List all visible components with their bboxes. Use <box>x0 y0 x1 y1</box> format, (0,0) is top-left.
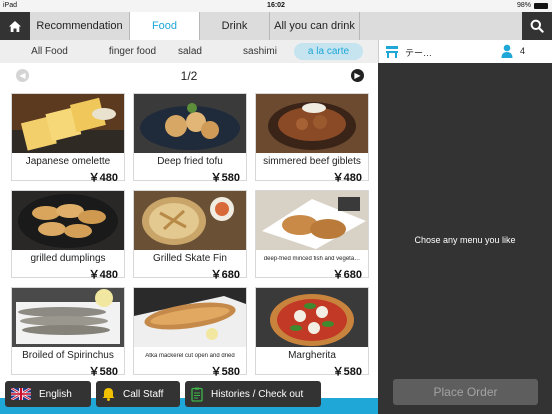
menu-item-card[interactable]: deep-fried minced fish and vegeta… ￥680 <box>255 190 369 281</box>
home-icon <box>9 20 21 32</box>
menu-item-price: ￥580 <box>210 172 240 184</box>
pager: ◀ 1/2 ▶ <box>0 63 378 87</box>
language-button[interactable]: English <box>5 381 91 407</box>
search-button[interactable] <box>522 12 552 40</box>
language-label: English <box>39 388 72 400</box>
clock: 16:02 <box>267 2 285 9</box>
tab-food[interactable]: Food <box>130 12 200 40</box>
home-button[interactable] <box>0 12 30 40</box>
order-pane: Chose any menu you like Place Order <box>378 63 552 414</box>
menu-item-price: ￥680 <box>332 269 362 281</box>
category-tabs: Recommendation Food Drink All you can dr… <box>30 12 360 40</box>
menu-item-card[interactable]: Japanese omelette ￥480 <box>11 93 125 184</box>
menu-item-price: ￥480 <box>332 172 362 184</box>
menu-item-name: deep-fried minced fish and vegeta… <box>263 256 361 262</box>
deep-fried-tofu-photo <box>134 94 246 153</box>
menu-item-card[interactable]: grilled dumplings ￥480 <box>11 190 125 281</box>
table-icon <box>385 45 399 63</box>
margherita-photo <box>256 288 368 347</box>
subtab-sashimi[interactable]: sashimi <box>235 43 285 60</box>
atka-mackerel-photo <box>134 288 246 347</box>
subtab-all-food[interactable]: All Food <box>22 43 77 60</box>
bell-icon <box>102 388 115 401</box>
menu-item-price: ￥580 <box>210 366 240 378</box>
menu-item-name: Atka mackerel cut open and dried <box>145 353 235 359</box>
menu-item-name: Deep fried tofu <box>157 156 223 167</box>
status-right: 98% <box>517 2 548 9</box>
subtab-finger-food[interactable]: finger food <box>90 43 175 60</box>
call-staff-label: Call Staff <box>123 388 164 400</box>
uk-flag-icon <box>11 388 31 400</box>
call-staff-button[interactable]: Call Staff <box>96 381 180 407</box>
broiled-spirinchus-photo <box>12 288 124 347</box>
status-bar: iPad 16:02 98% <box>0 0 552 12</box>
person-icon <box>501 44 513 63</box>
simmered-beef-giblets-photo <box>256 94 368 153</box>
menu-item-card[interactable]: Grilled Skate Fin ￥680 <box>133 190 247 281</box>
place-order-button[interactable]: Place Order <box>393 379 538 405</box>
menu-item-name: Grilled Skate Fin <box>153 253 227 264</box>
next-page-button[interactable]: ▶ <box>351 69 364 82</box>
menu-item-name: Margherita <box>288 350 336 361</box>
tab-drink[interactable]: Drink <box>200 12 270 40</box>
menu-item-card[interactable]: simmered beef giblets ￥480 <box>255 93 369 184</box>
cart-header: テー… 4 <box>378 40 552 63</box>
subtab-a-la-carte[interactable]: a la carte <box>294 43 363 60</box>
menu-item-price: ￥480 <box>88 172 118 184</box>
receipt-icon <box>191 387 203 402</box>
menu-item-price: ￥580 <box>88 366 118 378</box>
menu-grid: Japanese omelette ￥480 Deep fried tofu ￥… <box>0 87 378 379</box>
menu-item-name: Broiled of Spirinchus <box>22 350 114 361</box>
menu-item-price: ￥680 <box>210 269 240 281</box>
menu-item-card[interactable]: Atka mackerel cut open and dried ￥580 <box>133 287 247 378</box>
grilled-skate-fin-photo <box>134 191 246 250</box>
menu-item-name: simmered beef giblets <box>263 156 361 167</box>
menu-item-card[interactable]: Margherita ￥580 <box>255 287 369 378</box>
subcategory-tabs: All Food finger food salad sashimi a la … <box>0 40 378 63</box>
battery-icon <box>534 2 548 9</box>
grilled-dumplings-photo <box>12 191 124 250</box>
menu-item-price: ￥580 <box>332 366 362 378</box>
subtab-salad[interactable]: salad <box>170 43 210 60</box>
tab-all-you-can-drink[interactable]: All you can drink <box>270 12 360 40</box>
menu-item-card[interactable]: Deep fried tofu ￥580 <box>133 93 247 184</box>
menu-item-name: grilled dumplings <box>30 253 106 264</box>
tab-recommendation[interactable]: Recommendation <box>30 12 130 40</box>
japanese-omelette-photo <box>12 94 124 153</box>
guest-count: 4 <box>520 46 526 56</box>
histories-checkout-label: Histories / Check out <box>211 388 304 400</box>
page-indicator: 1/2 <box>180 69 198 83</box>
search-icon <box>530 19 544 33</box>
empty-cart-message: Chose any menu you like <box>414 235 516 245</box>
arrow-right-icon: ▶ <box>354 71 361 80</box>
menu-item-price: ￥480 <box>88 269 118 281</box>
table-name: テー… <box>405 48 433 58</box>
menu-item-card[interactable]: Broiled of Spirinchus ￥580 <box>11 287 125 378</box>
deep-fried-fish-cake-photo <box>256 191 368 250</box>
histories-checkout-button[interactable]: Histories / Check out <box>185 381 321 407</box>
battery-percent: 98% <box>516 2 531 9</box>
top-nav: Recommendation Food Drink All you can dr… <box>0 12 552 40</box>
menu-item-name: Japanese omelette <box>25 156 111 167</box>
